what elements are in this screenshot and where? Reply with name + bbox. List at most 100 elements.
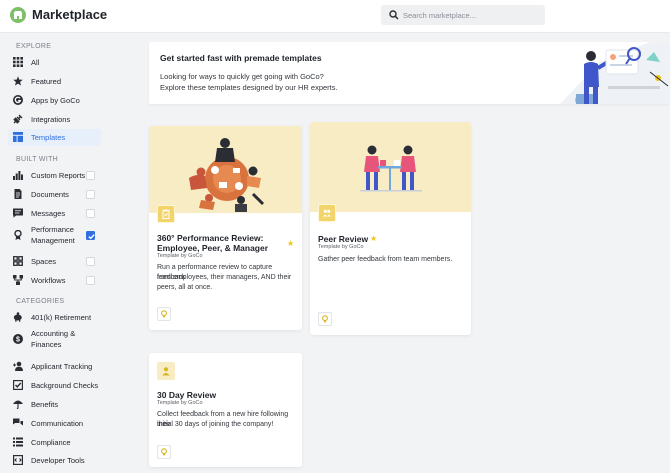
chat-icon — [13, 418, 23, 426]
template-card-30-day-review[interactable]: 30 Day Review Template by GoCo Collect f… — [149, 353, 302, 467]
top-bar: Marketplace — [0, 0, 670, 33]
template-card-peer-review[interactable]: Peer Review ★ Template by GoCo Gather pe… — [310, 122, 471, 335]
sidebar-item-featured[interactable]: Featured — [8, 73, 101, 90]
banner-title: Get started fast with premade templates — [160, 53, 322, 63]
bar-chart-icon — [13, 171, 23, 180]
filter-custom-reports[interactable]: Custom Reports — [8, 167, 101, 184]
sidebar-item-label: Developer Tools — [31, 456, 85, 465]
sidebar-item-label: Background Checks — [31, 381, 99, 390]
sidebar-item-label: Messages — [31, 209, 66, 218]
dollar-icon: $ — [13, 334, 23, 344]
card-title: 30 Day Review — [157, 390, 217, 400]
filter-checkbox-checked[interactable] — [86, 231, 95, 240]
sidebar: EXPLORE All Featured Apps by GoCo Integr… — [0, 34, 108, 473]
category-benefits[interactable]: Benefits — [8, 396, 101, 413]
card-description: peers, all at once. — [157, 284, 213, 291]
filter-performance-management[interactable]: Performance Management — [8, 224, 101, 248]
sidebar-item-label: Apps by GoCo — [31, 96, 80, 105]
category-background-checks[interactable]: Background Checks — [8, 377, 101, 394]
sidebar-item-integrations[interactable]: Integrations — [8, 111, 101, 128]
workflow-icon — [13, 275, 23, 285]
card-description: initial 30 days of joining the company! — [157, 421, 274, 428]
meeting-illustration — [189, 138, 265, 212]
search-input[interactable] — [403, 7, 539, 23]
section-title-categories: CATEGORIES — [16, 298, 65, 305]
card-title: 360° Performance Review: — [157, 233, 264, 243]
banner-text-line: Explore these templates designed by our … — [160, 83, 338, 92]
card-description: from employees, their managers, AND thei… — [157, 274, 292, 281]
category-communication[interactable]: Communication — [8, 415, 101, 432]
card-subtitle: Template by GoCo — [157, 400, 203, 406]
card-title: Employee, Peer, & Manager — [157, 243, 269, 253]
card-title: Peer Review — [318, 234, 369, 244]
sidebar-item-label: Spaces — [31, 257, 57, 266]
page-title: Marketplace — [32, 7, 108, 22]
check-square-icon — [13, 380, 23, 390]
sidebar-item-label: Compliance — [31, 438, 71, 447]
add-user-icon — [13, 361, 23, 371]
category-401k-retirement[interactable]: 401(k) Retirement — [8, 309, 101, 326]
sidebar-item-templates[interactable]: Templates — [8, 129, 101, 146]
category-accounting-finances[interactable]: $ Accounting & Finances — [8, 328, 101, 352]
template-badge — [318, 204, 336, 222]
filter-workflows[interactable]: Workflows — [8, 272, 101, 289]
template-badge — [157, 205, 175, 223]
sidebar-item-label: Templates — [31, 133, 66, 142]
template-card-360-review[interactable]: 360° Performance Review: Employee, Peer,… — [149, 126, 302, 330]
peer-review-illustration — [360, 145, 422, 192]
lightbulb-button[interactable] — [157, 307, 171, 321]
card-subtitle: Template by GoCo — [318, 244, 364, 250]
featured-star-icon: ★ — [287, 239, 295, 248]
banner-text-line: Looking for ways to quickly get going wi… — [160, 72, 324, 81]
sidebar-item-label: Benefits — [31, 400, 59, 409]
templates-banner: Get started fast with premade templates … — [149, 42, 670, 104]
message-icon — [13, 208, 23, 218]
lightbulb-icon — [161, 310, 167, 318]
list-icon — [13, 437, 23, 447]
filter-checkbox[interactable] — [86, 209, 95, 218]
search-icon — [389, 10, 399, 20]
sidebar-item-label: Documents — [31, 190, 69, 199]
sidebar-item-label: Applicant Tracking — [31, 362, 93, 371]
template-icon — [13, 132, 23, 142]
sidebar-item-label: Performance Management — [31, 225, 75, 245]
spaces-icon — [13, 256, 23, 266]
check-icon — [88, 234, 95, 240]
developer-icon — [13, 455, 23, 465]
section-title-built-with: BUILT WITH — [16, 156, 59, 163]
filter-documents[interactable]: Documents — [8, 186, 101, 203]
lightbulb-icon — [161, 448, 167, 456]
section-title-explore: EXPLORE — [16, 43, 52, 50]
category-compliance[interactable]: Compliance — [8, 434, 101, 451]
template-badge — [157, 362, 175, 380]
sidebar-item-label: Accounting & Finances — [31, 329, 76, 349]
card-hero — [310, 122, 471, 212]
category-developer-tools[interactable]: Developer Tools — [8, 452, 101, 469]
sidebar-item-label: Integrations — [31, 115, 71, 124]
filter-checkbox[interactable] — [86, 276, 95, 285]
sidebar-item-apps-by-goco[interactable]: Apps by GoCo — [8, 92, 101, 109]
sidebar-item-label: Workflows — [31, 276, 66, 285]
sidebar-item-all[interactable]: All — [8, 54, 101, 71]
search-box[interactable] — [381, 5, 545, 25]
card-hero — [149, 126, 302, 213]
grid-icon — [13, 57, 23, 67]
umbrella-icon — [13, 400, 23, 409]
piggy-bank-icon — [13, 312, 22, 322]
filter-checkbox[interactable] — [86, 190, 95, 199]
filter-messages[interactable]: Messages — [8, 205, 101, 222]
sidebar-item-label: 401(k) Retirement — [31, 313, 92, 322]
filter-checkbox[interactable] — [86, 257, 95, 266]
people-icon — [323, 209, 331, 217]
lightbulb-button[interactable] — [157, 445, 171, 459]
svg-text:$: $ — [16, 337, 20, 344]
sidebar-item-label: Featured — [31, 77, 62, 86]
sidebar-item-label: Communication — [31, 419, 84, 428]
card-subtitle: Template by GoCo — [157, 253, 203, 259]
filter-checkbox[interactable] — [86, 171, 95, 180]
category-applicant-tracking[interactable]: Applicant Tracking — [8, 358, 101, 375]
goco-icon — [13, 95, 23, 105]
clipboard-icon — [162, 209, 170, 219]
filter-spaces[interactable]: Spaces — [8, 253, 101, 270]
lightbulb-button[interactable] — [318, 312, 332, 326]
